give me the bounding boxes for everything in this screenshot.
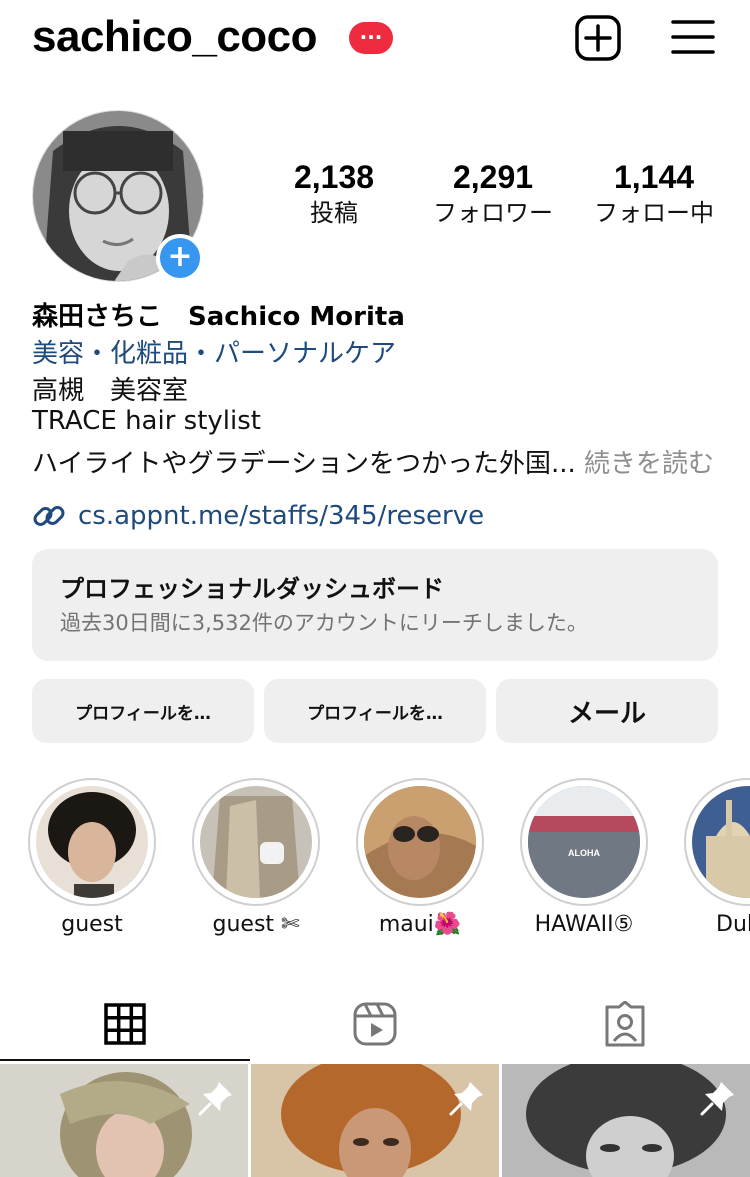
highlight-label: guest ✄ [212, 912, 300, 937]
website-link[interactable]: cs.appnt.me/staffs/345/reserve [32, 498, 484, 534]
highlight-label: Dul [716, 912, 750, 937]
highlight-cover-image [36, 786, 148, 898]
stat-following[interactable]: 1,144 フォロー中 [579, 158, 729, 230]
new-post-icon[interactable] [574, 14, 622, 62]
highlight-guest-2[interactable]: guest ✄ [192, 778, 320, 937]
tab-tagged[interactable] [500, 988, 750, 1060]
notification-badge[interactable]: ··· [349, 22, 393, 54]
stat-followers-label: フォロワー [433, 199, 553, 227]
highlight-cover-image [692, 786, 750, 898]
stat-posts-label: 投稿 [310, 199, 358, 227]
stat-posts-count: 2,138 [293, 159, 375, 195]
pin-icon [700, 1082, 734, 1116]
bio-text: ハイライトやグラデーションをつかった外国... [32, 449, 576, 479]
post-thumbnail[interactable] [502, 1064, 750, 1177]
share-profile-button[interactable]: プロフィールを… [264, 679, 486, 743]
highlight-label: maui🌺 [378, 912, 462, 937]
highlight-dubai[interactable]: Dul [684, 778, 750, 937]
add-story-icon[interactable]: + [156, 234, 204, 282]
highlight-photo-text: ALOHA [568, 848, 600, 858]
active-tab-indicator [0, 1059, 250, 1061]
dashboard-title: プロフェッショナルダッシュボード [60, 575, 444, 603]
edit-profile-button[interactable]: プロフィールを… [32, 679, 254, 743]
pin-icon [198, 1082, 232, 1116]
tagged-icon [605, 1001, 645, 1047]
bio-line-1: 高槻 美容室 [32, 376, 189, 406]
read-more-link[interactable]: 続きを読む [584, 449, 714, 479]
stat-following-label: フォロー中 [594, 199, 714, 227]
email-button[interactable]: メール [496, 679, 718, 743]
professional-dashboard[interactable]: プロフェッショナルダッシュボード 過去30日間に3,532件のアカウントにリーチ… [32, 549, 718, 661]
highlight-maui[interactable]: maui🌺 [356, 778, 484, 937]
bio-line-2: TRACE hair stylist [32, 406, 261, 436]
highlight-cover-image [364, 786, 476, 898]
reels-icon [353, 1002, 397, 1046]
tab-posts-grid[interactable] [0, 988, 250, 1060]
category-link[interactable]: 美容・化粧品・パーソナルケア [32, 333, 396, 370]
menu-icon[interactable] [670, 18, 716, 58]
profile-username[interactable]: sachico_coco [32, 12, 318, 62]
dashboard-subtitle: 過去30日間に3,532件のアカウントにリーチしました。 [60, 611, 588, 635]
post-thumbnail[interactable] [0, 1064, 248, 1177]
full-name: 森田さちこ Sachico Morita [32, 302, 405, 332]
highlight-cover-image [200, 786, 312, 898]
website-url: cs.appnt.me/staffs/345/reserve [78, 501, 485, 531]
bio-line-3: ハイライトやグラデーションをつかった外国... 続きを読む [32, 443, 714, 480]
link-icon [33, 506, 65, 526]
tab-reels[interactable] [250, 988, 500, 1060]
highlight-label: guest [61, 912, 123, 937]
pin-icon [449, 1082, 483, 1116]
stat-posts[interactable]: 2,138 投稿 [259, 158, 409, 230]
stat-followers-count: 2,291 [452, 159, 534, 195]
highlight-hawaii[interactable]: ALOHA HAWAII⑤ [520, 778, 648, 937]
stat-following-count: 1,144 [613, 159, 695, 195]
highlight-label: HAWAII⑤ [534, 912, 634, 937]
post-thumbnail[interactable] [251, 1064, 499, 1177]
grid-icon [104, 1003, 146, 1045]
stat-followers[interactable]: 2,291 フォロワー [418, 158, 568, 230]
highlight-guest-1[interactable]: guest [28, 778, 156, 937]
highlight-cover-image: ALOHA [528, 786, 640, 898]
